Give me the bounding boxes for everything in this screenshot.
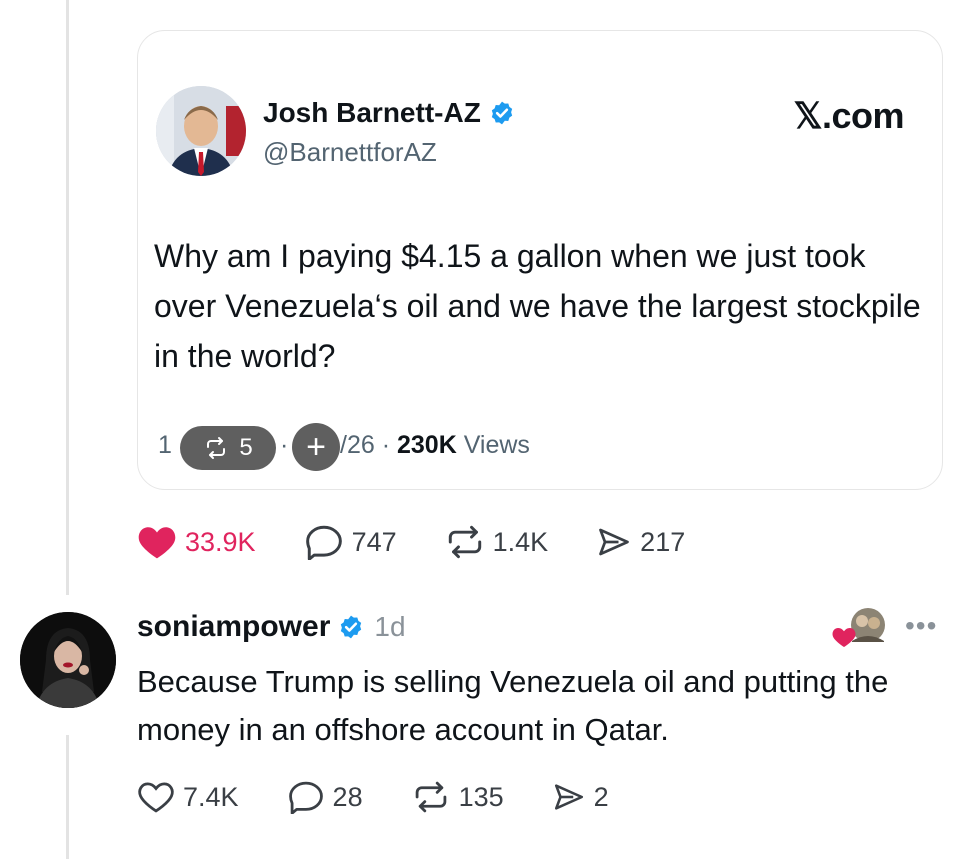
reply-share-count: 2 — [593, 781, 609, 812]
repost-icon — [207, 437, 226, 459]
verified-badge-icon — [341, 615, 362, 639]
plus-icon: + — [306, 427, 326, 466]
quoted-post-card[interactable]: Josh Barnett-AZ @BarnettforAZ 𝕏.com Why … — [137, 30, 943, 490]
main-action-bar: 33.9K 747 1.4K 217 — [137, 524, 733, 560]
thread-line-bottom — [66, 735, 69, 859]
reply-button[interactable]: 747 — [304, 524, 397, 560]
reply-reply-button[interactable]: 28 — [287, 780, 363, 814]
share-icon — [554, 784, 583, 810]
heart-icon — [138, 782, 174, 813]
heart-icon — [138, 527, 176, 559]
reply-icon — [305, 525, 342, 560]
views-count: 230K — [396, 431, 457, 459]
quoted-post-text: Why am I paying $4.15 a gallon when we j… — [154, 238, 921, 374]
reply-repost-count: 135 — [458, 781, 504, 812]
more-icon: ••• — [905, 610, 938, 641]
share-button[interactable]: 217 — [596, 525, 685, 559]
share-icon — [599, 528, 630, 556]
reply-reply-count: 28 — [332, 781, 363, 812]
like-button[interactable]: 33.9K — [137, 524, 256, 560]
reply-time: 1d — [374, 611, 406, 642]
author-avatar[interactable] — [156, 86, 246, 176]
site-label: 𝕏.com — [793, 95, 904, 136]
reply-count: 747 — [351, 526, 397, 557]
meta-separator-dot: · — [280, 431, 289, 459]
thread-line-top — [66, 0, 69, 595]
reply-header: soniampower 1d — [137, 610, 406, 644]
author-name-row: Josh Barnett-AZ — [263, 97, 515, 129]
date-fragment-right: /26 · — [340, 431, 397, 459]
author-liked-indicator — [832, 607, 888, 651]
reply-repost-button[interactable]: 135 — [411, 780, 504, 814]
repost-pill[interactable]: 5 — [180, 426, 276, 470]
share-count: 217 — [640, 526, 686, 557]
verified-badge-icon — [491, 101, 512, 125]
reply-text: Because Trump is selling Venezuela oil a… — [137, 664, 889, 747]
date-fragment-left: 1 — [158, 431, 172, 459]
post-meta: 1 5 · + /26 · 230K Views — [154, 423, 714, 473]
reply-like-count: 7.4K — [183, 781, 239, 812]
reply-like-button[interactable]: 7.4K — [137, 780, 239, 814]
meta-date-views: /26 · 230K Views — [340, 431, 530, 460]
like-count: 33.9K — [185, 526, 256, 557]
more-options-button[interactable]: ••• — [905, 610, 937, 642]
heart-icon — [832, 628, 856, 647]
reply-action-bar: 7.4K 28 135 2 — [137, 780, 657, 814]
reply-icon — [288, 781, 323, 814]
reply-username[interactable]: soniampower — [137, 610, 330, 644]
reply-share-button[interactable]: 2 — [552, 781, 609, 813]
repost-button[interactable]: 1.4K — [445, 524, 549, 560]
plus-button[interactable]: + — [292, 423, 340, 471]
repost-icon — [415, 781, 446, 813]
author-name[interactable]: Josh Barnett-AZ — [263, 97, 481, 129]
repost-icon — [448, 525, 481, 559]
repost-pill-count: 5 — [239, 434, 253, 461]
author-handle[interactable]: @BarnettforAZ — [263, 137, 437, 168]
repost-count: 1.4K — [492, 526, 549, 557]
reply-avatar[interactable] — [20, 612, 116, 708]
views-label: Views — [456, 431, 530, 459]
